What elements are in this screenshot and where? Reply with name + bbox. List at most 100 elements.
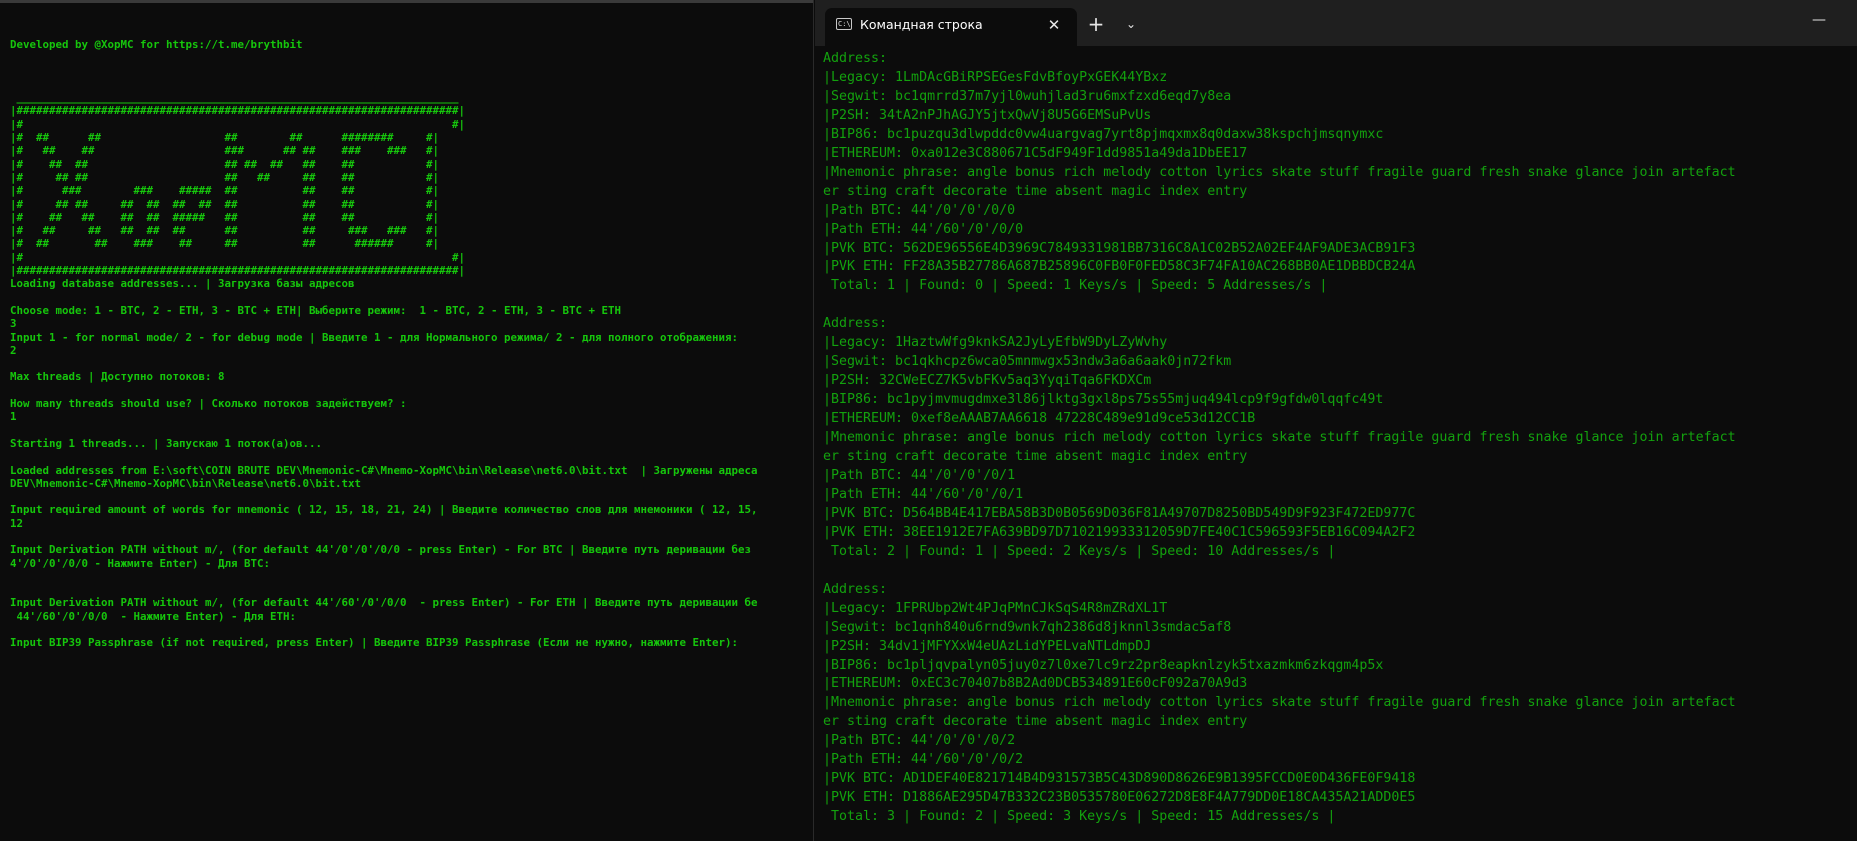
right-line: |Path ETH: 44'/60'/0'/0/1 xyxy=(823,486,1024,502)
left-line xyxy=(10,450,810,463)
left-line: |# ## ## ## ## ## ## ## ### ### #| xyxy=(10,224,440,238)
right-line: |PVK ETH: 38EE1912E7FA639BD97D7102199333… xyxy=(823,524,1416,540)
right-line xyxy=(823,296,1857,315)
left-line: ________________________________________… xyxy=(10,91,459,105)
left-line: |#######################################… xyxy=(10,264,466,278)
left-line: |# ## ## ## ## ##### ## ## ## #| xyxy=(10,210,440,224)
left-console-output[interactable]: Developed by @XopMC for https://t.me/bry… xyxy=(10,38,810,650)
left-line xyxy=(10,65,810,78)
right-line: |BIP86: bc1pljqvpalyn05juy0z7l0xe7lc9rz2… xyxy=(823,657,1384,673)
right-line: |Legacy: 1HaztwWfg9knkSA2JyLyEfbW9DyLZyW… xyxy=(823,335,1168,351)
left-line xyxy=(10,424,810,437)
right-line: |PVK ETH: D1886AE295D47B332C23B0535780E0… xyxy=(823,790,1416,806)
right-line: |Path ETH: 44'/60'/0'/0/0 xyxy=(823,221,1024,237)
left-line: 44'/60'/0'/0/0 - Нажмите Enter) - Для ET… xyxy=(10,609,297,623)
right-line: er sting craft decorate time absent magi… xyxy=(823,714,1248,730)
left-line: Max threads | Доступно потоков: 8 xyxy=(10,370,225,384)
left-line: Input Derivation PATH without m/, (for d… xyxy=(10,596,758,610)
right-line: |PVK ETH: FF28A35B27786A687B25896C0FB0F0… xyxy=(823,259,1416,275)
left-line: 4'/0'/0'/0/0 - Нажмите Enter) - Для BTC: xyxy=(10,556,271,570)
minimize-button[interactable]: — xyxy=(1799,8,1839,32)
left-line: |#######################################… xyxy=(10,104,466,118)
left-line xyxy=(10,583,810,596)
right-line: |PVK BTC: AD1DEF40E821714B4D931573B5C43D… xyxy=(823,771,1416,787)
right-line: |BIP86: bc1puzqu3dlwpddc0vw4uargvag7yrt8… xyxy=(823,126,1384,142)
left-line: Input 1 - for normal mode/ 2 - for debug… xyxy=(10,330,739,344)
terminal-titlebar[interactable]: C:\ Командная строка ✕ + ⌄ — xyxy=(815,0,1857,46)
left-line: |# ## ## ### ## ## ## ###### #| xyxy=(10,237,440,251)
new-tab-button[interactable]: + xyxy=(1080,10,1112,38)
right-line: |Mnemonic phrase: angle bonus rich melod… xyxy=(823,164,1736,180)
left-line xyxy=(10,570,810,583)
left-line xyxy=(10,291,810,304)
left-line: Choose mode: 1 - BTC, 2 - ETH, 3 - BTC +… xyxy=(10,303,622,317)
left-line: |# ## ## ## ## ## ## ## #| xyxy=(10,157,440,171)
left-line xyxy=(10,51,810,64)
terminal-tab[interactable]: C:\ Командная строка ✕ xyxy=(825,8,1077,46)
right-line: |Legacy: 1LmDAcGBiRPSEGesFdvBfoyPxGEK44Y… xyxy=(823,69,1168,85)
left-line: |# ## ## ## ## ######## #| xyxy=(10,131,440,145)
right-line: |ETHEREUM: 0xa012e3C880671C5dF949F1dd985… xyxy=(823,145,1248,161)
right-line: Address: xyxy=(823,316,888,332)
right-line: |P2SH: 34dv1jMFYXxW4eUAzLidYPELvaNTLdmpD… xyxy=(823,638,1152,654)
right-line: |Segwit: bc1qnh840u6rnd9wnk7qh2386d8jknn… xyxy=(823,619,1232,635)
left-line: 1 xyxy=(10,410,17,424)
right-line xyxy=(823,562,1857,581)
left-line xyxy=(10,78,810,91)
left-line: 2 xyxy=(10,343,17,357)
left-line: |# #| xyxy=(10,250,466,264)
right-line: |Segwit: bc1qmrrd37m7yjl0wuhjlad3ru6mxfz… xyxy=(823,88,1232,104)
right-line: |Path ETH: 44'/60'/0'/0/2 xyxy=(823,752,1024,768)
left-line: |# #| xyxy=(10,117,466,131)
left-line: 3 xyxy=(10,317,17,331)
right-line: |Legacy: 1FPRUbp2Wt4PJqPMnCJkSqS4R8mZRdX… xyxy=(823,600,1168,616)
right-line: Address: xyxy=(823,51,888,66)
left-line xyxy=(10,384,810,397)
left-line xyxy=(10,623,810,636)
right-line: |P2SH: 32CWeECZ7K5vbFKv5aq3YyqiTqa6FKDXC… xyxy=(823,373,1152,389)
left-line: DEV\Mnemonic-C#\Mnemo-XopMC\bin\Release\… xyxy=(10,476,362,490)
left-console-window[interactable]: Developed by @XopMC for https://t.me/bry… xyxy=(0,0,814,841)
left-line: Starting 1 threads... | Запускаю 1 поток… xyxy=(10,436,323,450)
left-line: 12 xyxy=(10,516,24,530)
left-line: Input BIP39 Passphrase (if not required,… xyxy=(10,636,739,650)
left-line: |# ## ## ### ## ## ### ### #| xyxy=(10,144,440,158)
right-line: |Path BTC: 44'/0'/0'/0/1 xyxy=(823,467,1016,483)
chevron-down-icon[interactable]: ⌄ xyxy=(1117,10,1145,38)
right-line: Address: xyxy=(823,581,888,597)
right-line: |PVK BTC: D564BB4E417EBA58B3D0B0569D036F… xyxy=(823,505,1416,521)
left-line xyxy=(10,357,810,370)
right-line: |Mnemonic phrase: angle bonus rich melod… xyxy=(823,695,1736,711)
left-line: Loading database addresses... | Загрузка… xyxy=(10,277,355,291)
right-line: |Path BTC: 44'/0'/0'/0/0 xyxy=(823,202,1016,218)
terminal-output[interactable]: Address: |Legacy: 1LmDAcGBiRPSEGesFdvBfoy… xyxy=(823,50,1857,827)
terminal-window[interactable]: C:\ Командная строка ✕ + ⌄ — Address: |Le… xyxy=(815,0,1857,841)
close-tab-icon[interactable]: ✕ xyxy=(1043,14,1065,36)
left-line xyxy=(10,490,810,503)
left-line: |# ### ### ##### ## ## ## #| xyxy=(10,184,440,198)
right-line: |BIP86: bc1pyjmvmugdmxe3l86jlktg3gxl8ps7… xyxy=(823,392,1384,408)
right-line: Total: 3 | Found: 2 | Speed: 3 Keys/s | … xyxy=(823,809,1336,825)
right-line: Total: 2 | Found: 1 | Speed: 2 Keys/s | … xyxy=(823,543,1336,559)
left-line: |# ## ## ## ## ## ## #| xyxy=(10,170,440,184)
left-line: Loaded addresses from E:\soft\COIN BRUTE… xyxy=(10,463,758,477)
left-line: Developed by @XopMC for https://t.me/bry… xyxy=(10,38,303,51)
right-line: er sting craft decorate time absent magi… xyxy=(823,183,1248,199)
tab-title: Командная строка xyxy=(860,17,983,32)
left-line: Input Derivation PATH without m/, (for d… xyxy=(10,543,752,557)
right-line: |P2SH: 34tA2nPJhAGJY5jtxQwVj8U5G6EMSuPvU… xyxy=(823,107,1152,123)
right-line: |PVK BTC: 562DE96556E4D3969C7849331981BB… xyxy=(823,240,1416,256)
left-line: Input required amount of words for mnemo… xyxy=(10,503,758,517)
right-line: |ETHEREUM: 0xEC3c70407b8B2Ad0DCB534891E6… xyxy=(823,676,1248,692)
right-line: |Mnemonic phrase: angle bonus rich melod… xyxy=(823,430,1736,446)
left-line: |# ## ## ## ## ## ## ## ## ## #| xyxy=(10,197,440,211)
left-line xyxy=(10,530,810,543)
right-line: |ETHEREUM: 0xef8eAAAB7AA6618 47228C489e9… xyxy=(823,411,1256,427)
right-line: Total: 1 | Found: 0 | Speed: 1 Keys/s | … xyxy=(823,278,1328,294)
cmd-icon: C:\ xyxy=(836,18,852,30)
right-line: |Segwit: bc1qkhcpz6wca05mnmwgx53ndw3a6a6… xyxy=(823,354,1232,370)
right-line: er sting craft decorate time absent magi… xyxy=(823,449,1248,465)
left-line: How many threads should use? | Сколько п… xyxy=(10,397,407,411)
right-line: |Path BTC: 44'/0'/0'/0/2 xyxy=(823,733,1016,749)
window-top-edge xyxy=(0,0,813,3)
